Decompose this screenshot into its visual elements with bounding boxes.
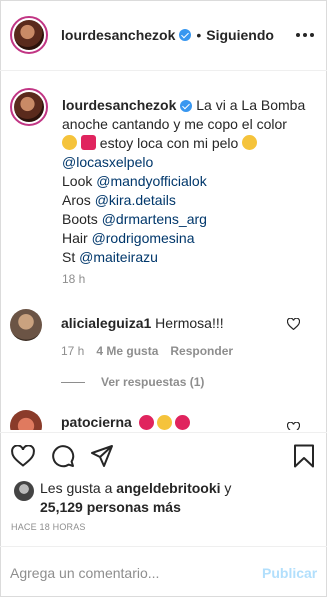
comment-heart-icon[interactable] (287, 422, 300, 430)
more-icon[interactable] (296, 33, 314, 37)
following-button[interactable]: Siguiendo (206, 27, 274, 43)
liker-avatar[interactable] (14, 481, 34, 501)
hair-label: Hair (62, 230, 88, 246)
caption-time[interactable]: 18 h (62, 272, 85, 286)
comment-username[interactable]: patocierna (61, 414, 132, 430)
comment-clip: patocierna (0, 400, 327, 430)
separator-dot: • (196, 27, 202, 43)
comments-divider (0, 432, 327, 433)
header-divider (0, 70, 327, 71)
heart-icon[interactable] (11, 445, 35, 467)
sparkling-heart-emoji-icon (80, 135, 96, 150)
comment-input[interactable] (10, 562, 240, 584)
tag-maiteirazu[interactable]: @maiteirazu (79, 249, 158, 265)
comment-likes[interactable]: 4 Me gusta (96, 344, 158, 358)
boots-label: Boots (62, 211, 98, 227)
reply-button[interactable]: Responder (170, 344, 233, 358)
caption-text: lourdesanchezok La vi a La Bomba anoche … (62, 96, 317, 267)
comment-icon[interactable] (51, 444, 75, 468)
post-timestamp[interactable]: HACE 18 HORAS (11, 522, 86, 532)
verified-badge-icon (179, 29, 192, 41)
tag-rodrigomesina[interactable]: @rodrigomesina (92, 230, 195, 246)
comment-heart-icon[interactable] (287, 318, 300, 330)
replies-line (61, 381, 85, 383)
verified-badge-icon (180, 100, 193, 113)
post-header: lourdesanchezok • Siguiendo (10, 16, 274, 54)
liker-username[interactable]: angeldebritooki (116, 480, 220, 496)
caption-avatar[interactable] (10, 88, 48, 126)
author-username[interactable]: lourdesanchezok (61, 27, 175, 43)
st-label: St (62, 249, 76, 265)
comment-text: Hermosa!!! (155, 315, 224, 331)
comment-body: patocierna (61, 414, 190, 430)
heart-eyes-emoji-icon (156, 414, 172, 430)
view-replies[interactable]: Ver respuestas (1) (61, 375, 204, 389)
look-label: Look (62, 173, 93, 189)
grin-emoji-icon (242, 135, 258, 150)
commenter-avatar[interactable] (10, 309, 42, 341)
likes-conj: y (224, 480, 232, 496)
composer-divider (0, 546, 327, 547)
publish-button[interactable]: Publicar (262, 565, 317, 581)
caption-username[interactable]: lourdesanchezok (62, 97, 176, 113)
comment-time[interactable]: 17 h (61, 344, 84, 358)
comment-username[interactable]: alicialeguiza1 (61, 315, 151, 331)
view-replies-label[interactable]: Ver respuestas (1) (101, 375, 204, 389)
comment-body: alicialeguiza1 Hermosa!!! (61, 315, 224, 331)
share-icon[interactable] (90, 444, 114, 468)
heart-emoji-icon (138, 414, 154, 430)
likes-prefix: Les gusta a (40, 480, 113, 496)
likes-others[interactable]: 25,129 personas más (40, 499, 181, 515)
tag-mandyofficialok[interactable]: @mandyofficialok (96, 173, 206, 189)
tag-locasxelpelo[interactable]: @locasxelpelo (62, 154, 153, 170)
bookmark-icon[interactable] (293, 444, 315, 468)
caption-line2: estoy loca con mi pelo (99, 135, 239, 151)
author-avatar[interactable] (10, 16, 48, 54)
tag-drmartens-arg[interactable]: @drmartens_arg (102, 211, 207, 227)
heart-emoji-icon (174, 414, 190, 430)
sweat-smile-emoji-icon (62, 135, 77, 150)
aros-label: Aros (62, 192, 91, 208)
likes-summary: Les gusta a angeldebritooki y 25,129 per… (40, 479, 270, 517)
tag-kira-details[interactable]: @kira.details (95, 192, 176, 208)
comment-meta: 17 h 4 Me gusta Responder (61, 344, 233, 358)
commenter-avatar[interactable] (10, 410, 42, 430)
